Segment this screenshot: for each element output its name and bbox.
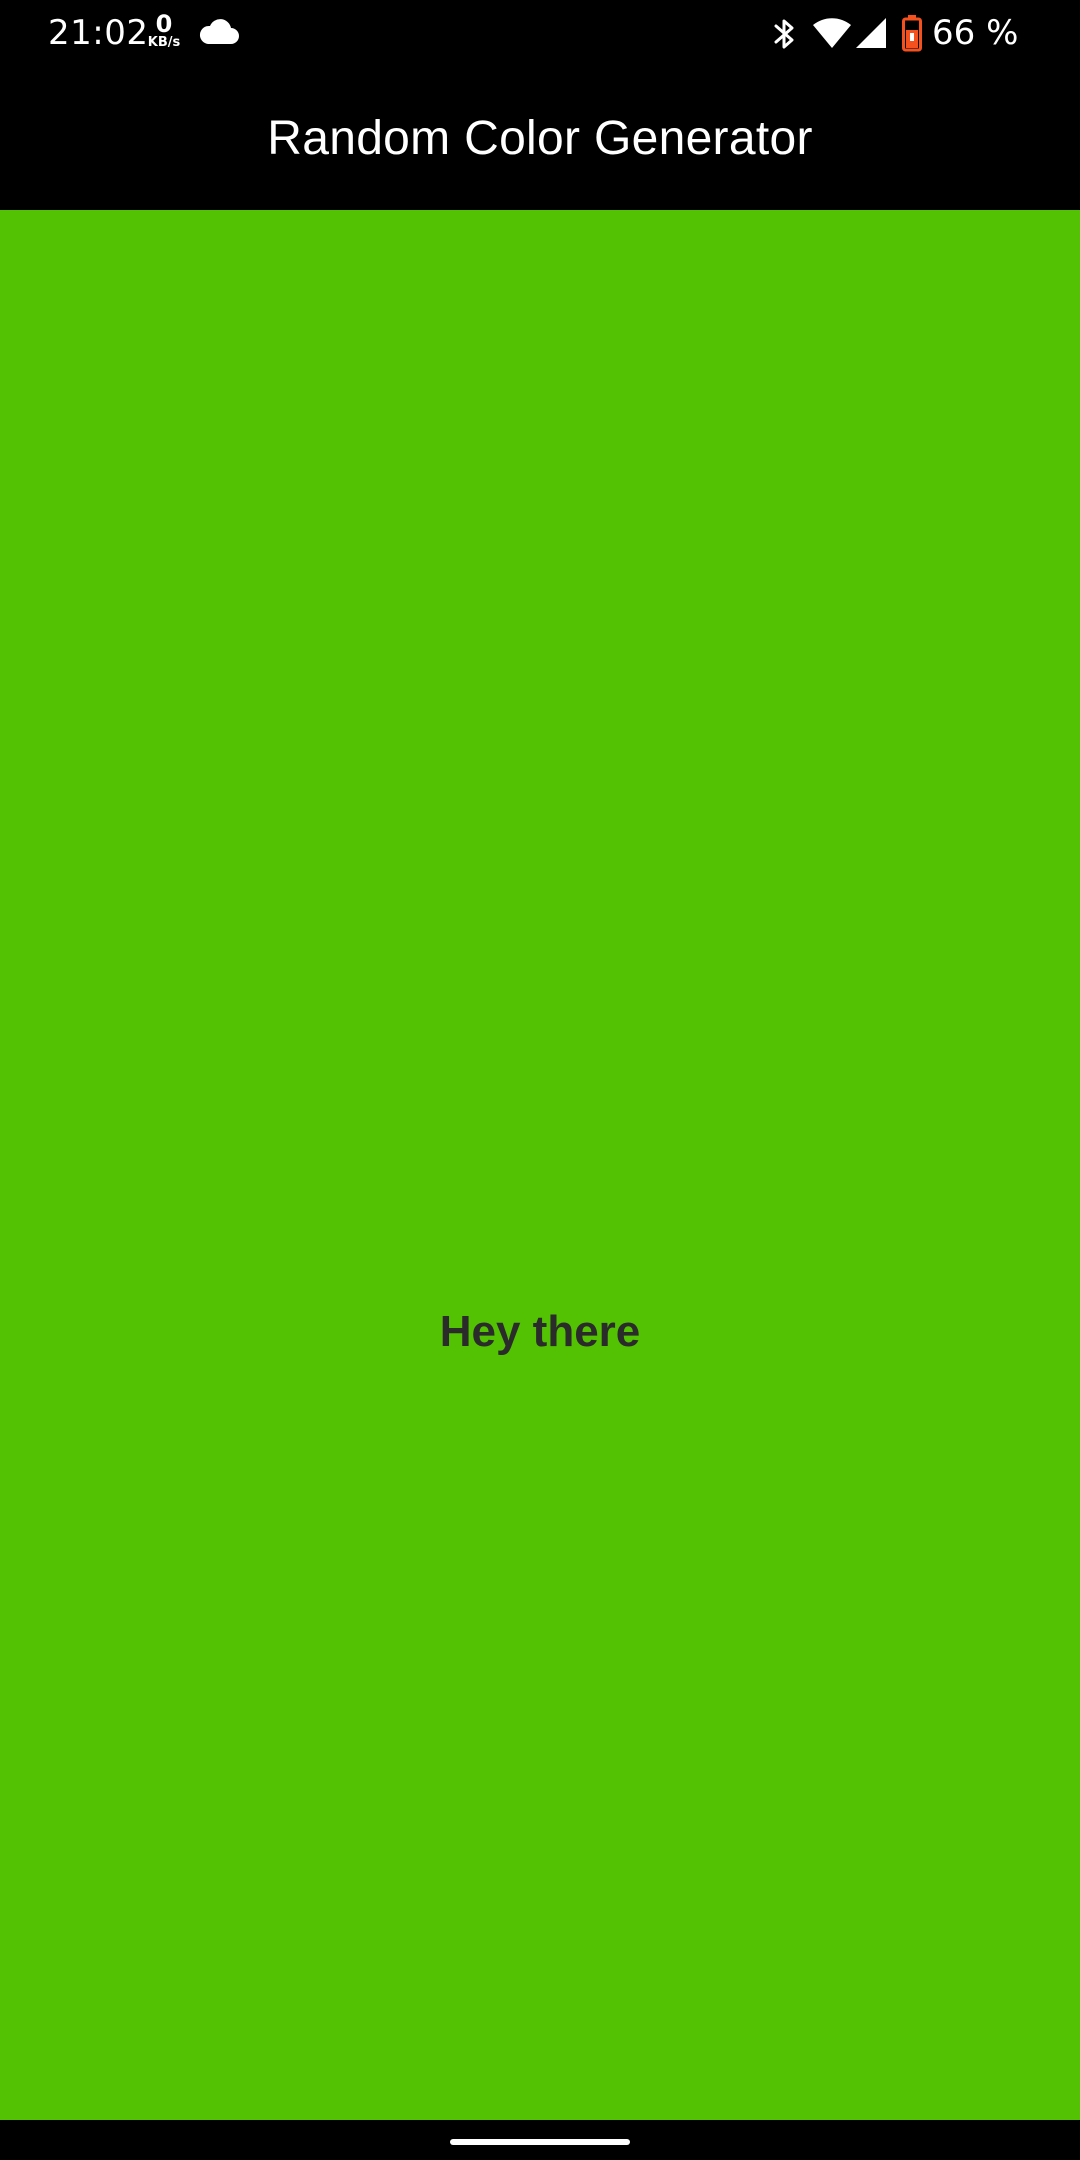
app-bar: Random Color Generator: [0, 66, 1080, 210]
phone-screen: 21:02 0 KB/s 66 % Random Color Generator…: [0, 0, 1080, 2160]
network-speed-indicator: 0 KB/s: [142, 12, 186, 50]
network-speed-unit: KB/s: [147, 35, 181, 50]
navigation-bar: [0, 2120, 1080, 2160]
status-bar: 21:02 0 KB/s 66 %: [0, 0, 1080, 66]
app-title: Random Color Generator: [267, 111, 813, 165]
status-time: 21:02: [48, 13, 149, 53]
signal-icon: [854, 16, 888, 50]
home-gesture-bar[interactable]: [450, 2139, 630, 2145]
network-speed-value: 0: [155, 10, 173, 38]
bluetooth-icon: [770, 16, 800, 52]
greeting-text: Hey there: [439, 1307, 641, 1356]
cloud-icon: [198, 18, 240, 46]
battery-percentage: 66 %: [932, 13, 1019, 53]
battery-icon: [902, 14, 922, 52]
wifi-icon: [812, 16, 852, 50]
color-display-area[interactable]: Hey there: [0, 210, 1080, 2120]
